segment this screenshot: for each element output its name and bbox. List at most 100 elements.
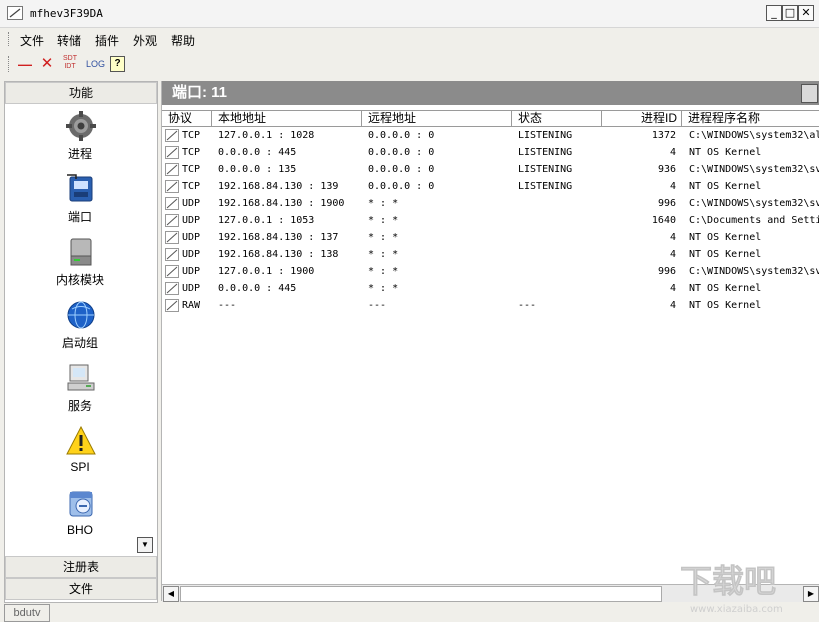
registry-section-header[interactable]: 注册表: [5, 556, 157, 578]
help-button[interactable]: ?: [110, 56, 125, 72]
cell-remote-address: * : *: [368, 195, 508, 212]
column-pid[interactable]: 进程ID: [602, 111, 682, 126]
window-title: mfhev3F39DA: [30, 7, 103, 20]
cell-process-name: NT OS Kernel: [689, 280, 819, 297]
column-protocol[interactable]: 协议: [162, 111, 212, 126]
table-body: TCP127.0.0.1 : 1028 0.0.0.0 : 0 LISTENING 1…: [162, 127, 819, 314]
nav-item-label: 进程: [5, 145, 155, 162]
function-section-header[interactable]: 功能: [5, 82, 157, 104]
toolbar: — ✕ SDT IDT LOG ?: [0, 52, 819, 76]
cell-protocol: RAW: [182, 297, 214, 314]
cell-pid: 4: [602, 144, 676, 161]
svg-text:www.xiazaiba.com: www.xiazaiba.com: [690, 604, 783, 615]
function-panel: 功能 进程 端口 内核模块: [4, 81, 158, 603]
export-icon[interactable]: [801, 84, 818, 103]
nav-item-process[interactable]: 进程: [5, 110, 155, 170]
nav-item-label: 服务: [5, 397, 155, 414]
close-button[interactable]: ✕: [798, 5, 814, 21]
cell-state: ---: [518, 297, 598, 314]
scroll-down-button[interactable]: ▼: [137, 537, 153, 553]
table-row[interactable]: UDP192.168.84.130 : 138* : *4NT OS Kerne…: [162, 246, 819, 263]
cell-process-name: C:\WINDOWS\system32\sv: [689, 263, 819, 280]
cell-local-address: 0.0.0.0 : 135: [218, 161, 358, 178]
cell-state: LISTENING: [518, 161, 598, 178]
table-row[interactable]: TCP127.0.0.1 : 10280.0.0.0 : 0LISTENING1…: [162, 127, 819, 144]
table-row[interactable]: UDP127.0.0.1 : 1900* : *996C:\WINDOWS\sy…: [162, 263, 819, 280]
cell-local-address: 127.0.0.1 : 1028: [218, 127, 358, 144]
connection-icon: [165, 129, 179, 142]
cell-local-address: 127.0.0.1 : 1900: [218, 263, 358, 280]
nav-item-kernel-modules[interactable]: 内核模块: [5, 236, 155, 296]
menu-plugins[interactable]: 插件: [95, 32, 119, 49]
table-row[interactable]: UDP192.168.84.130 : 1900* : *996C:\WINDO…: [162, 195, 819, 212]
menu-help[interactable]: 帮助: [171, 32, 195, 49]
network-port-icon: [66, 173, 96, 205]
log-button[interactable]: LOG: [86, 55, 104, 73]
cell-remote-address: 0.0.0.0 : 0: [368, 127, 508, 144]
connection-icon: [165, 299, 179, 312]
nav-item-label: BHO: [5, 523, 155, 537]
sdt-idt-button[interactable]: SDT IDT: [62, 55, 78, 73]
cell-process-name: C:\Documents and Setti: [689, 212, 819, 229]
nav-item-label: 启动组: [5, 334, 155, 351]
cell-local-address: 0.0.0.0 : 445: [218, 280, 358, 297]
scroll-left-button[interactable]: ◀: [163, 586, 179, 602]
table-row[interactable]: UDP192.168.84.130 : 137* : *4NT OS Kerne…: [162, 229, 819, 246]
column-remote-address[interactable]: 远程地址: [362, 111, 512, 126]
maximize-button[interactable]: □: [782, 5, 798, 21]
cell-remote-address: * : *: [368, 280, 508, 297]
cell-protocol: UDP: [182, 263, 214, 280]
nav-item-startup[interactable]: 启动组: [5, 299, 155, 359]
connection-icon: [165, 248, 179, 261]
stop-button[interactable]: —: [18, 55, 32, 73]
menu-file[interactable]: 文件: [20, 32, 44, 49]
cell-remote-address: 0.0.0.0 : 0: [368, 161, 508, 178]
cell-state: LISTENING: [518, 127, 598, 144]
cell-state: [518, 229, 598, 246]
cell-pid: 936: [602, 161, 676, 178]
table-row[interactable]: TCP0.0.0.0 : 4450.0.0.0 : 0LISTENING4NT …: [162, 144, 819, 161]
column-state[interactable]: 状态: [512, 111, 602, 126]
idt-label: IDT: [64, 63, 75, 70]
cell-state: [518, 195, 598, 212]
nav-item-bho[interactable]: BHO: [5, 488, 155, 548]
warning-icon: [66, 425, 96, 457]
column-local-address[interactable]: 本地地址: [212, 111, 362, 126]
menu-dump[interactable]: 转储: [57, 32, 81, 49]
disk-drive-icon: [66, 236, 96, 268]
cell-process-name: C:\WINDOWS\system32\sv: [689, 161, 819, 178]
cell-pid: 4: [602, 178, 676, 195]
nav-item-spi[interactable]: SPI: [5, 425, 155, 485]
cell-process-name: C:\WINDOWS\system32\sv: [689, 195, 819, 212]
column-process-name[interactable]: 进程程序名称: [682, 111, 819, 126]
cell-process-name: NT OS Kernel: [689, 178, 819, 195]
title-bar: mfhev3F39DA _ □ ✕: [0, 0, 819, 28]
nav-item-label: 内核模块: [5, 271, 155, 288]
cell-local-address: ---: [218, 297, 358, 314]
cell-protocol: TCP: [182, 144, 214, 161]
port-count-title: 端口: 11: [172, 81, 227, 105]
nav-item-services[interactable]: 服务: [5, 362, 155, 422]
menu-bar: 文件 转储 插件 外观 帮助: [0, 28, 819, 50]
table-row[interactable]: UDP127.0.0.1 : 1053* : *1640C:\Documents…: [162, 212, 819, 229]
port-table: 协议 本地地址 远程地址 状态 进程ID 进程程序名称 TCP127.0.0.1…: [162, 110, 819, 314]
cell-protocol: UDP: [182, 229, 214, 246]
cell-state: [518, 263, 598, 280]
connection-icon: [165, 282, 179, 295]
connection-icon: [165, 146, 179, 159]
menu-appearance[interactable]: 外观: [133, 32, 157, 49]
table-row[interactable]: TCP192.168.84.130 : 1390.0.0.0 : 0LISTEN…: [162, 178, 819, 195]
file-section-header[interactable]: 文件: [5, 578, 157, 600]
delete-button[interactable]: ✕: [40, 55, 54, 73]
cell-protocol: UDP: [182, 280, 214, 297]
scroll-thumb[interactable]: [180, 586, 662, 602]
connection-icon: [165, 180, 179, 193]
connection-icon: [165, 231, 179, 244]
table-row[interactable]: UDP0.0.0.0 : 445* : *4NT OS Kernel: [162, 280, 819, 297]
cell-local-address: 192.168.84.130 : 138: [218, 246, 358, 263]
minimize-button[interactable]: _: [766, 5, 782, 21]
table-row[interactable]: RAW---------4NT OS Kernel: [162, 297, 819, 314]
table-row[interactable]: TCP0.0.0.0 : 1350.0.0.0 : 0LISTENING936C…: [162, 161, 819, 178]
nav-item-port[interactable]: 端口: [5, 173, 155, 233]
cell-pid: 4: [602, 229, 676, 246]
